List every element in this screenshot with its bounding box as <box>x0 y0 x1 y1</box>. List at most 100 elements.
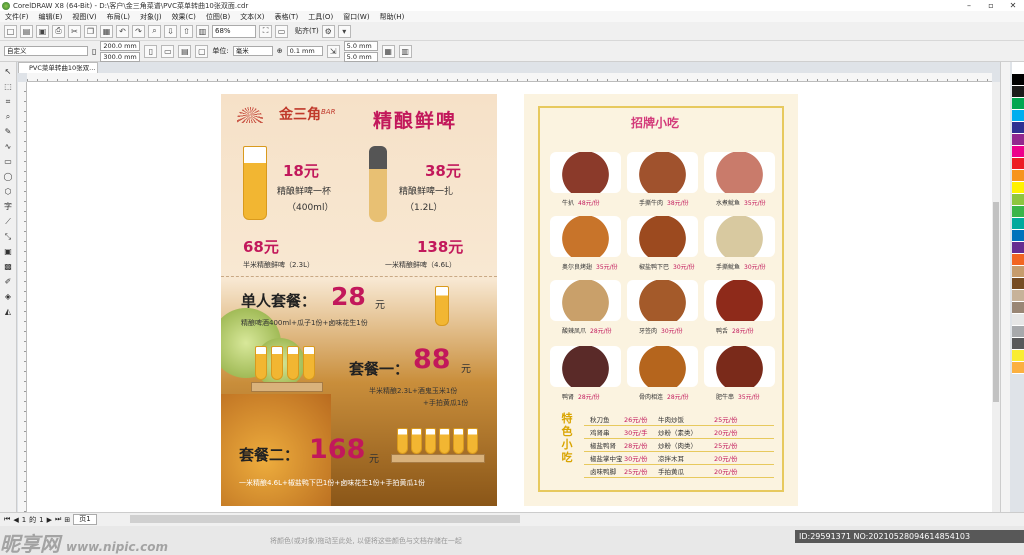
menu-layout[interactable]: 布局(L) <box>102 12 135 22</box>
drop-shadow-icon[interactable]: ▣ <box>2 246 14 258</box>
cut-icon[interactable]: ✂ <box>68 24 81 38</box>
page-width-input[interactable]: 200.0 mm <box>100 40 141 51</box>
eyedropper-icon[interactable]: ✐ <box>2 276 14 288</box>
menu-view[interactable]: 视图(V) <box>67 12 101 22</box>
maximize-button[interactable]: ▫ <box>980 1 1002 10</box>
color-swatch[interactable] <box>1012 110 1024 122</box>
color-swatch[interactable] <box>1012 350 1024 362</box>
landscape-icon[interactable]: ▭ <box>161 44 175 58</box>
page-preset-select[interactable]: 自定义 <box>4 46 88 56</box>
redo-icon[interactable]: ↷ <box>132 24 145 38</box>
polygon-tool-icon[interactable]: ⬡ <box>2 186 14 198</box>
zoom-level-select[interactable]: 68% <box>212 24 256 38</box>
color-swatch[interactable] <box>1012 62 1024 74</box>
menu-tools[interactable]: 工具(O) <box>303 12 338 22</box>
import-icon[interactable]: ⇩ <box>164 24 177 38</box>
snap-to-menu[interactable]: 贴齐(T) <box>295 26 319 36</box>
page-height-input[interactable]: 300.0 mm <box>100 51 141 62</box>
document-tab[interactable]: PVC菜单转曲10张双... <box>18 62 98 73</box>
first-page-icon[interactable]: ⏮ <box>4 515 10 524</box>
snacks-menu-page[interactable]: 招牌小吃 牛扒 48元/份 手撕牛肉 38元/份 水煮鱿鱼 35元/份 奥尔良烤翅 35元/份… <box>524 94 798 506</box>
last-page-icon[interactable]: ⏭ <box>55 515 61 524</box>
prev-page-icon[interactable]: ◀ <box>13 516 18 524</box>
interactive-fill-icon[interactable]: ◈ <box>2 291 14 303</box>
units-select[interactable]: 毫米 <box>232 46 273 56</box>
page-layout-icon[interactable]: ▥ <box>398 44 412 58</box>
menu-file[interactable]: 文件(F) <box>0 12 34 22</box>
color-swatch[interactable] <box>1012 278 1024 290</box>
parallel-dimension-icon[interactable]: ⟋ <box>2 216 14 228</box>
docker-tabs[interactable] <box>1000 62 1010 542</box>
save-icon[interactable]: ▣ <box>36 24 49 38</box>
color-swatch[interactable] <box>1012 134 1024 146</box>
freehand-tool-icon[interactable]: ✎ <box>2 126 14 138</box>
copy-icon[interactable]: ❐ <box>84 24 97 38</box>
smart-fill-icon[interactable]: ◭ <box>2 306 14 318</box>
ellipse-tool-icon[interactable]: ◯ <box>2 171 14 183</box>
add-page-icon[interactable]: ⊞ <box>64 516 70 524</box>
options-gear-icon[interactable]: ⚙ <box>321 24 335 38</box>
menu-table[interactable]: 表格(T) <box>269 12 303 22</box>
color-swatch[interactable] <box>1012 170 1024 182</box>
page-options-icon[interactable]: ▦ <box>381 44 395 58</box>
new-icon[interactable]: □ <box>4 24 17 38</box>
open-icon[interactable]: ▤ <box>20 24 33 38</box>
color-swatch[interactable] <box>1012 182 1024 194</box>
color-swatch[interactable] <box>1012 206 1024 218</box>
launch-icon[interactable]: ▾ <box>337 24 351 38</box>
color-swatch[interactable] <box>1012 266 1024 278</box>
menu-bitmaps[interactable]: 位图(B) <box>201 12 235 22</box>
color-swatch[interactable] <box>1012 218 1024 230</box>
rulers-icon[interactable]: ▭ <box>275 24 288 38</box>
color-swatch[interactable] <box>1012 362 1024 374</box>
duplicate-y-input[interactable]: 5.0 mm <box>343 51 378 62</box>
vertical-scroll-thumb[interactable] <box>993 202 999 402</box>
color-swatch[interactable] <box>1012 74 1024 86</box>
color-swatch[interactable] <box>1012 194 1024 206</box>
connector-tool-icon[interactable]: ⤡ <box>2 231 14 243</box>
export-icon[interactable]: ⇧ <box>180 24 193 38</box>
color-swatch[interactable] <box>1012 302 1024 314</box>
color-swatch[interactable] <box>1012 338 1024 350</box>
rectangle-tool-icon[interactable]: ▭ <box>2 156 14 168</box>
drawing-canvas[interactable] <box>27 82 992 512</box>
portrait-icon[interactable]: ▯ <box>144 44 158 58</box>
menu-window[interactable]: 窗口(W) <box>338 12 374 22</box>
current-page-icon[interactable]: ▢ <box>195 44 209 58</box>
paste-icon[interactable]: ▦ <box>100 24 113 38</box>
app-launcher-icon[interactable]: ▥ <box>196 24 209 38</box>
full-screen-icon[interactable]: ⛶ <box>259 24 272 38</box>
color-swatch[interactable] <box>1012 254 1024 266</box>
vertical-scrollbar[interactable] <box>992 82 1000 512</box>
nudge-distance-input[interactable]: 0.1 mm <box>286 46 323 56</box>
duplicate-x-input[interactable]: 5.0 mm <box>343 40 378 51</box>
transparency-icon[interactable]: ▩ <box>2 261 14 273</box>
color-swatch[interactable] <box>1012 242 1024 254</box>
artistic-media-icon[interactable]: ∿ <box>2 141 14 153</box>
color-swatch[interactable] <box>1012 98 1024 110</box>
all-pages-icon[interactable]: ▤ <box>178 44 192 58</box>
crop-tool-icon[interactable]: ⌗ <box>2 96 14 108</box>
search-icon[interactable]: ⌕ <box>148 24 161 38</box>
zoom-tool-icon[interactable]: ⌕ <box>2 111 14 123</box>
menu-text[interactable]: 文本(X) <box>235 12 269 22</box>
color-swatch[interactable] <box>1012 314 1024 326</box>
color-palette[interactable] <box>1012 62 1024 542</box>
beer-menu-page[interactable]: 金三角 BAR 精酿鲜啤 18元 精酿鲜啤一杯 （400ml） 38元 精酿鲜啤… <box>221 94 497 506</box>
menu-effects[interactable]: 效果(C) <box>167 12 201 22</box>
minimize-button[interactable]: – <box>958 1 980 10</box>
horizontal-scrollbar[interactable] <box>130 515 520 523</box>
shape-tool-icon[interactable]: ⬚ <box>2 81 14 93</box>
color-swatch[interactable] <box>1012 146 1024 158</box>
print-icon[interactable]: ⎙ <box>52 24 65 38</box>
text-tool-icon[interactable]: 字 <box>2 201 14 213</box>
menu-help[interactable]: 帮助(H) <box>375 12 410 22</box>
menu-object[interactable]: 对象(J) <box>135 12 167 22</box>
color-swatch[interactable] <box>1012 86 1024 98</box>
next-page-icon[interactable]: ▶ <box>47 516 52 524</box>
close-button[interactable]: ✕ <box>1002 1 1024 10</box>
color-swatch[interactable] <box>1012 230 1024 242</box>
color-swatch[interactable] <box>1012 158 1024 170</box>
undo-icon[interactable]: ↶ <box>116 24 129 38</box>
color-swatch[interactable] <box>1012 122 1024 134</box>
